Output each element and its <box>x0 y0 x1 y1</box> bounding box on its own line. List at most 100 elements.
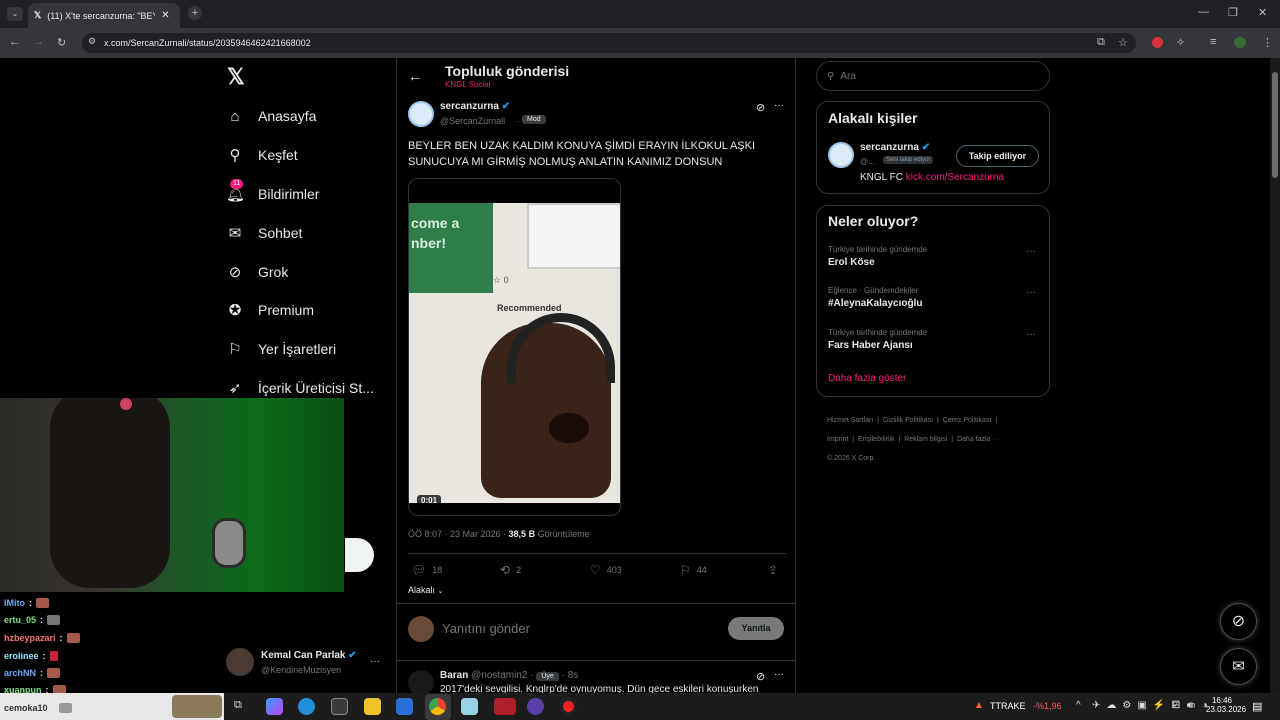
nav-item-explore[interactable]: ⚲ Keşfet <box>226 143 298 167</box>
bookmark-star-icon[interactable]: ☆ <box>1118 36 1128 49</box>
post-time[interactable]: ÖÖ 8:07 · 23 Mar 2026 · <box>408 529 509 539</box>
post-button[interactable] <box>345 538 374 572</box>
install-app-icon[interactable]: ⧉ <box>1097 36 1105 49</box>
like-action[interactable]: ♡ 403 <box>590 563 622 577</box>
footer-link[interactable]: Çerez Politikası <box>943 417 992 424</box>
more-options-icon[interactable]: ··· <box>774 100 784 111</box>
grok-float-button[interactable]: ⊘ <box>1220 603 1257 640</box>
extension-icon[interactable] <box>1152 37 1163 48</box>
show-more-link[interactable]: Daha fazla göster <box>828 373 906 384</box>
heart-icon: ♡ <box>590 563 601 577</box>
obs-icon[interactable] <box>560 698 577 715</box>
store-icon[interactable] <box>331 698 348 715</box>
media-control-icon[interactable]: ≡ <box>1210 36 1216 48</box>
tray-icons[interactable]: ✈☁⚙▣⚡☑▭◑ <box>1092 700 1214 711</box>
clock[interactable]: 16:46 23.03.2026 <box>1206 696 1246 714</box>
footer-link[interactable]: Reklam bilgisi <box>904 436 947 443</box>
trend-more-icon[interactable]: ··· <box>1026 329 1036 340</box>
related-avatar[interactable] <box>828 142 854 168</box>
stock-ticker[interactable]: TTRAKE <box>990 701 1026 711</box>
scrollbar-thumb[interactable] <box>1272 72 1278 178</box>
community-link[interactable]: KNGL Social <box>445 80 491 89</box>
trend-item[interactable]: Türkiye tarihinde gündemde Erol Köse <box>828 245 927 268</box>
nav-item-home[interactable]: ⌂ Anasayfa <box>226 104 316 128</box>
nav-item-premium[interactable]: ✪ Premium <box>226 298 314 322</box>
reload-icon[interactable]: ↻ <box>57 36 66 49</box>
video-app-icon[interactable] <box>494 698 516 715</box>
trend-more-icon[interactable]: ··· <box>1026 246 1036 257</box>
footer-link[interactable]: Imprint <box>827 436 848 443</box>
bio-link[interactable]: kick.com/Sercanzurna <box>906 172 1004 183</box>
notepad-icon[interactable] <box>461 698 478 715</box>
share-action[interactable]: ⇪ <box>768 563 778 577</box>
author-name[interactable]: sercanzurna ✔ <box>440 101 510 112</box>
back-icon[interactable]: ← <box>9 36 20 48</box>
nav-item-bookmarks[interactable]: ⚐ Yer İşaretleri <box>226 337 336 361</box>
messages-float-button[interactable]: ✉ <box>1220 648 1257 685</box>
nav-item-notifications[interactable]: 🔔︎ 11 Bildirimler <box>226 179 319 206</box>
trend-category: Eğlence · Gündemdekiler <box>828 286 919 295</box>
footer-link[interactable]: Gizlilik Politikası <box>883 417 933 424</box>
footer-link[interactable]: Daha fazla ··· <box>957 436 999 443</box>
divider <box>396 603 796 604</box>
search-input[interactable]: ⚲ Ara <box>816 61 1050 91</box>
address-bar[interactable]: x.com/SercanZurnali/status/2035946462421… <box>82 33 1136 53</box>
nav-item-creator-studio[interactable]: ➶ İçerik Üreticisi St... <box>226 376 374 400</box>
account-avatar[interactable] <box>226 648 254 676</box>
trend-item[interactable]: Eğlence · Gündemdekiler #AleynaKalaycıoğ… <box>828 286 922 309</box>
tray-chevron-icon[interactable]: ^ <box>1076 700 1081 711</box>
notification-center-icon[interactable]: ▤ <box>1252 700 1262 713</box>
file-explorer-icon[interactable] <box>364 698 381 715</box>
x-home-logo-icon[interactable]: 𝕏 <box>227 64 245 90</box>
new-tab-button[interactable]: + <box>188 6 202 20</box>
close-window-icon[interactable]: ✕ <box>1258 6 1267 19</box>
reply-input[interactable]: Yanıtını gönder <box>442 621 530 636</box>
role-badge: Mod <box>522 115 546 124</box>
browser-tab[interactable]: 𝕏 (11) X'te sercanzurna: "BEYLER B ✕ <box>28 3 180 28</box>
footer-link[interactable]: Erişilebilirlik <box>858 436 895 443</box>
copilot-icon[interactable] <box>266 698 283 715</box>
author-avatar[interactable] <box>408 101 434 127</box>
trend-more-icon[interactable]: ··· <box>1026 287 1036 298</box>
grok-explain-icon[interactable]: ⊘ <box>756 101 765 114</box>
task-view-icon[interactable]: ⧉ <box>234 699 242 712</box>
minimize-icon[interactable]: — <box>1198 6 1209 18</box>
extensions-puzzle-icon[interactable]: ✧ <box>1176 36 1185 49</box>
author-handle[interactable]: @SercanZurnali <box>440 116 505 126</box>
nav-label: Grok <box>258 264 289 280</box>
reply-handle[interactable]: @nostamin2 <box>471 670 527 681</box>
repost-action[interactable]: ⟲ 2 <box>500 563 521 577</box>
profile-avatar[interactable] <box>1234 37 1246 48</box>
reply-time[interactable]: 8s <box>568 670 579 681</box>
maximize-icon[interactable]: ❐ <box>1228 6 1238 19</box>
related-name[interactable]: sercanzurna ✔ <box>860 142 930 153</box>
trend-item[interactable]: Türkiye tarihinde gündemde Fars Haber Aj… <box>828 328 927 351</box>
tab-search-icon[interactable]: ⌄ <box>7 7 23 21</box>
nav-item-chat[interactable]: ✉ Sohbet <box>226 221 303 245</box>
edge-icon[interactable] <box>298 698 315 715</box>
reply-button[interactable]: Yanıtla <box>728 617 784 640</box>
footer-link[interactable]: Hizmet Şartları <box>827 417 873 424</box>
more-options-icon[interactable]: ··· <box>774 669 784 680</box>
video-player[interactable]: come a nber! ☆ 0 Recommended 0:01 <box>408 178 621 516</box>
reply-author[interactable]: Baran <box>440 670 468 681</box>
bookmark-action[interactable]: ⚐ 44 <box>680 563 707 577</box>
chrome-icon[interactable] <box>429 698 446 715</box>
site-info-icon[interactable]: ⚙ <box>88 36 96 47</box>
network-icon[interactable]: ⊟ <box>1172 700 1180 711</box>
menu-dots-icon[interactable]: ⋮ <box>1262 36 1273 49</box>
grok-explain-icon[interactable]: ⊘ <box>756 670 765 683</box>
account-name[interactable]: Kemal Can Parlak ✔ <box>261 650 357 661</box>
forward-icon[interactable]: → <box>33 36 44 48</box>
chat-line: ertu_05: <box>4 615 61 625</box>
mail-app-icon[interactable] <box>396 698 413 715</box>
back-arrow-icon[interactable]: ← <box>408 68 422 84</box>
nav-item-grok[interactable]: ⊘ Grok <box>226 260 289 284</box>
discord-icon[interactable] <box>527 698 544 715</box>
following-button[interactable]: Takip ediliyor <box>956 145 1039 167</box>
close-tab-icon[interactable]: ✕ <box>161 10 169 21</box>
account-more-icon[interactable]: ··· <box>370 656 380 667</box>
reply-action[interactable]: 💬︎ 18 <box>411 563 442 577</box>
relevance-dropdown[interactable]: Alakalı ⌄ <box>408 585 443 595</box>
volume-icon[interactable]: 🔊︎ <box>1187 700 1193 711</box>
